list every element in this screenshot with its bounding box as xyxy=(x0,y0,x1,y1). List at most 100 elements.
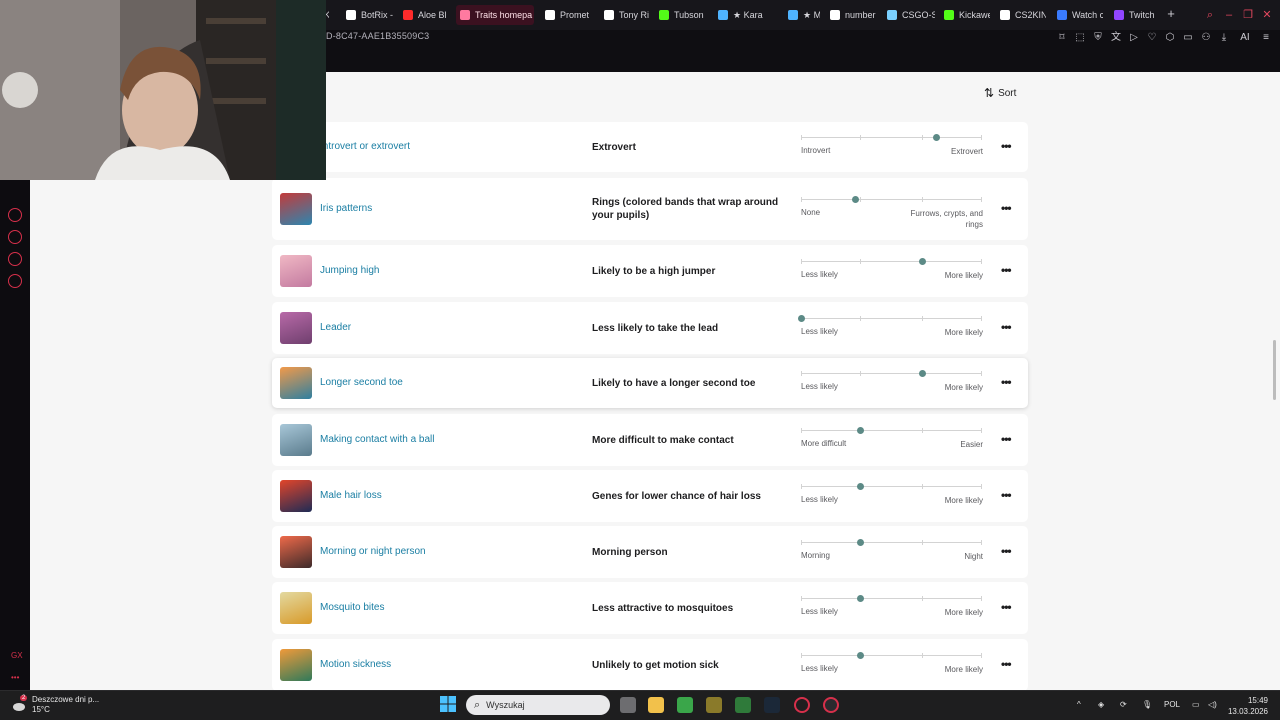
more-options-icon[interactable]: ••• xyxy=(1001,433,1015,445)
trait-row[interactable]: Introvert or extrovert Extrovert Introvert… xyxy=(272,122,1028,172)
browser-tab[interactable]: Watch c xyxy=(1053,5,1103,25)
sort-button[interactable]: ⇅ Sort xyxy=(984,86,1016,100)
more-options-icon[interactable]: ••• xyxy=(1001,658,1015,670)
traits-icon xyxy=(460,10,470,20)
trait-scale: None Furrows, crypts, and rings xyxy=(801,196,983,229)
browser-tab[interactable]: Promet xyxy=(541,5,593,25)
sidebar-settings-icon[interactable] xyxy=(8,274,22,288)
trait-name-link[interactable]: Mosquito bites xyxy=(320,602,384,613)
sidebar-player-icon[interactable] xyxy=(8,208,22,222)
browser-tab[interactable]: Twitch xyxy=(1110,5,1160,25)
trait-row[interactable]: Male hair loss Genes for lower chance of … xyxy=(272,470,1028,522)
trait-name-link[interactable]: Making contact with a ball xyxy=(320,434,435,445)
system-clock[interactable]: 15:49 13.03.2026 xyxy=(1224,695,1268,717)
trait-row[interactable]: Iris patterns Rings (colored bands that w… xyxy=(272,178,1028,240)
weather-widget[interactable]: 2 Deszczowe dni p... 15°C xyxy=(12,695,99,715)
more-options-icon[interactable]: ••• xyxy=(1001,264,1015,276)
trait-name-link[interactable]: Male hair loss xyxy=(320,490,382,501)
trait-row[interactable]: Mosquito bites Less attractive to mosquit… xyxy=(272,582,1028,634)
browser-tab[interactable]: Kickawe xyxy=(940,5,990,25)
sidebar-history-icon[interactable] xyxy=(8,230,22,244)
browser-tab[interactable]: Tony Ri xyxy=(600,5,650,25)
more-options-icon[interactable]: ••• xyxy=(1001,601,1015,613)
opera-icon[interactable] xyxy=(794,697,810,713)
start-button[interactable] xyxy=(440,696,456,712)
browser-tab[interactable]: BotRix - xyxy=(342,5,394,25)
translate-icon[interactable]: 文 xyxy=(1110,32,1122,44)
opera-gx-icon[interactable] xyxy=(823,697,839,713)
browser-tab[interactable]: Traits homepa xyxy=(456,5,534,25)
trait-name-link[interactable]: Motion sickness xyxy=(320,659,391,670)
file-explorer-icon[interactable] xyxy=(648,697,664,713)
trait-scale: Less likely More likely xyxy=(801,595,983,628)
volume-icon[interactable]: ◁) xyxy=(1208,700,1217,709)
browser-tab[interactable]: CSGO-S xyxy=(883,5,935,25)
browser-tab[interactable]: Tubson xyxy=(655,5,709,25)
trait-result: Likely to be a high jumper xyxy=(592,266,716,277)
tray-sync-icon[interactable]: ⟳ xyxy=(1120,700,1127,709)
more-options-icon[interactable]: ••• xyxy=(1001,376,1015,388)
heart-icon[interactable]: ♡ xyxy=(1146,32,1158,44)
browser-tab[interactable]: CS2KIN xyxy=(996,5,1046,25)
browser-tab[interactable]: Aloe Bl xyxy=(399,5,451,25)
screenshot-icon[interactable]: ⬚ xyxy=(1074,32,1086,44)
more-options-icon[interactable]: ••• xyxy=(1001,140,1015,152)
more-options-icon[interactable]: ••• xyxy=(1001,489,1015,501)
trait-row[interactable]: Jumping high Likely to be a high jumper Le… xyxy=(272,245,1028,297)
trait-name-link[interactable]: Iris patterns xyxy=(320,203,372,214)
scale-left-label: Less likely xyxy=(801,270,838,279)
trait-name-link[interactable]: Leader xyxy=(320,322,351,333)
more-options-icon[interactable]: ••• xyxy=(1001,321,1015,333)
excel-icon[interactable] xyxy=(735,697,751,713)
steam-taskbar-icon[interactable] xyxy=(764,697,780,713)
scrollbar-thumb[interactable] xyxy=(1273,340,1276,400)
trait-row[interactable]: Making contact with a ball More difficult… xyxy=(272,414,1028,466)
trait-row[interactable]: Leader Less likely to take the lead Less l… xyxy=(272,302,1028,354)
scale-tick xyxy=(801,428,802,433)
scale-left-label: Less likely xyxy=(801,607,838,616)
minimize-icon[interactable]: – xyxy=(1222,8,1236,22)
trait-row[interactable]: Motion sickness Unlikely to get motion si… xyxy=(272,639,1028,691)
wallet-icon[interactable]: ▭ xyxy=(1182,32,1194,44)
trait-row[interactable]: Longer second toe Likely to have a longer… xyxy=(272,358,1028,408)
more-options-icon[interactable]: ••• xyxy=(1001,545,1015,557)
gx-logo-icon[interactable]: GX xyxy=(11,651,23,660)
task-view-icon[interactable] xyxy=(620,697,636,713)
account-icon[interactable]: ⚇ xyxy=(1200,32,1212,44)
language-indicator[interactable]: POL xyxy=(1164,700,1180,709)
scale-tick xyxy=(981,484,982,489)
tray-app-icon[interactable]: ◈ xyxy=(1098,700,1104,709)
browser-tab[interactable]: ★ M9 B xyxy=(784,5,820,25)
shield-icon[interactable]: ⛨ xyxy=(1092,32,1104,44)
menu-icon[interactable]: ≡ xyxy=(1260,32,1272,44)
network-icon[interactable]: ▭ xyxy=(1192,700,1200,709)
microphone-icon[interactable]: 🎙 xyxy=(1142,700,1152,709)
download-icon[interactable]: ⤓ xyxy=(1218,32,1230,44)
address-url-text[interactable]: D-8C47-AAE1B35509C3 xyxy=(326,31,526,45)
new-tab-button[interactable]: + xyxy=(1164,7,1178,21)
trait-row[interactable]: Morning or night person Morning person Mor… xyxy=(272,526,1028,578)
app-archive-icon[interactable] xyxy=(706,697,722,713)
player-icon[interactable]: ▷ xyxy=(1128,32,1140,44)
trait-thumbnail-image xyxy=(280,367,312,399)
bookmark-icon[interactable]: ⌑ xyxy=(1056,32,1068,44)
browser-tab[interactable]: number xyxy=(826,5,876,25)
trait-name-link[interactable]: Introvert or extrovert xyxy=(320,141,410,152)
app-green-icon[interactable] xyxy=(677,697,693,713)
trait-thumbnail-image xyxy=(280,592,312,624)
scale-tick xyxy=(801,653,802,658)
close-icon[interactable]: ✕ xyxy=(1260,8,1274,22)
browser-tab[interactable]: ★ Kara xyxy=(714,5,776,25)
extensions-icon[interactable]: ⬡ xyxy=(1164,32,1176,44)
tray-chevron-icon[interactable]: ^ xyxy=(1077,700,1081,709)
ai-icon[interactable]: AI xyxy=(1236,32,1254,44)
more-options-icon[interactable]: ••• xyxy=(1001,202,1015,214)
trait-name-link[interactable]: Jumping high xyxy=(320,265,379,276)
sidebar-extensions-icon[interactable] xyxy=(8,252,22,266)
search-tabs-icon[interactable]: ⌕ xyxy=(1203,8,1217,22)
taskbar-search[interactable]: ⌕ Wyszukaj xyxy=(466,695,610,715)
trait-name-link[interactable]: Longer second toe xyxy=(320,377,403,388)
trait-name-link[interactable]: Morning or night person xyxy=(320,546,426,557)
sidebar-more-icon[interactable]: ••• xyxy=(11,673,19,682)
maximize-icon[interactable]: ❐ xyxy=(1241,8,1255,22)
